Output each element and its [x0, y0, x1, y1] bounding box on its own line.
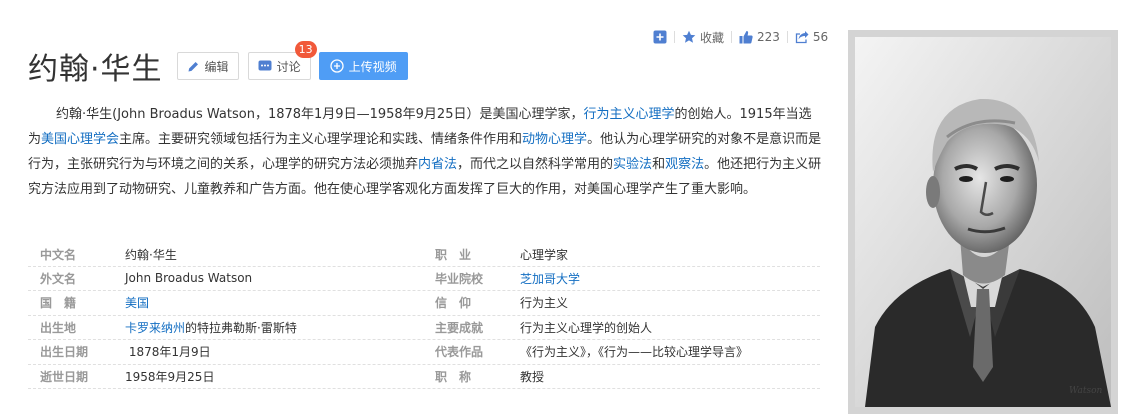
info-row: 出生地 卡罗来纳州的特拉弗勒斯·雷斯特 主要成就 行为主义心理学的创始人 — [28, 316, 820, 340]
title-row: 约翰·华生 编辑 讨论 13 上传视频 — [28, 41, 408, 88]
upload-video-label: 上传视频 — [348, 59, 397, 74]
info-value: 行为主义心理学的创始人 — [520, 320, 653, 335]
add-to-list-button[interactable] — [653, 30, 667, 44]
info-value: John Broadus Watson — [125, 271, 253, 286]
upload-video-button[interactable]: 上传视频 — [318, 52, 408, 80]
divider — [731, 31, 733, 43]
info-key: 出生地 — [40, 320, 77, 335]
info-value: 1958年9月25日 — [125, 369, 215, 384]
basic-info-table: 中文名 约翰·华生 职 业 心理学家 外文名 John Broadus Wats… — [28, 242, 820, 389]
photo-signature: Watson — [1069, 386, 1102, 396]
info-key: 国 籍 — [40, 296, 77, 311]
link-experimental-method[interactable]: 实验法 — [613, 157, 652, 172]
info-key: 中文名 — [40, 247, 77, 262]
summary-photo[interactable]: Watson — [848, 30, 1118, 414]
info-row: 外文名 John Broadus Watson 毕业院校 芝加哥大学 — [28, 267, 820, 291]
plus-circle-icon — [329, 59, 344, 73]
share-icon — [795, 31, 809, 44]
link-introspection[interactable]: 内省法 — [418, 157, 457, 172]
link-apa[interactable]: 美国心理学会 — [41, 132, 119, 147]
share-button[interactable]: 56 — [795, 30, 828, 44]
info-value: 教授 — [520, 369, 545, 384]
info-key: 信 仰 — [435, 296, 472, 311]
info-row: 出生日期 1878年1月9日 代表作品 《行为主义》，《行为——比较心理学导言》 — [28, 340, 820, 365]
discuss-label: 讨论 — [276, 59, 301, 74]
summary-text: 和 — [652, 157, 666, 172]
plus-square-icon — [653, 30, 667, 44]
info-key: 职 业 — [435, 247, 472, 262]
share-count: 56 — [812, 30, 829, 44]
link-behaviorism-psychology[interactable]: 行为主义心理学 — [583, 107, 674, 122]
pencil-icon — [188, 61, 198, 71]
link-university-of-chicago[interactable]: 芝加哥大学 — [520, 272, 580, 286]
info-value: 卡罗来纳州的特拉弗勒斯·雷斯特 — [125, 319, 423, 336]
info-value-text: 的特拉弗勒斯·雷斯特 — [185, 320, 297, 335]
summary-text: ，而代之以自然科学常用的 — [457, 157, 614, 172]
info-value: 行为主义 — [520, 296, 569, 311]
star-icon — [682, 30, 696, 43]
info-value: 1878年1月9日 — [125, 345, 211, 360]
link-observation-method[interactable]: 观察法 — [665, 157, 704, 172]
summary-text: 约翰·华生(John Broadus Watson，1878年1月9日—1958… — [56, 107, 584, 122]
collect-label: 收藏 — [700, 30, 725, 45]
chat-bubble-icon — [258, 60, 272, 70]
portrait-image: Watson — [855, 37, 1111, 407]
like-button[interactable]: 223 — [739, 30, 780, 44]
info-value: 心理学家 — [520, 247, 569, 262]
edit-label: 编辑 — [204, 59, 229, 74]
info-row: 国 籍 美国 信 仰 行为主义 — [28, 291, 820, 316]
discuss-button[interactable]: 讨论 13 — [247, 41, 317, 80]
info-key: 出生日期 — [40, 345, 89, 360]
info-value: 《行为主义》，《行为——比较心理学导言》 — [520, 345, 749, 360]
lemma-summary: 约翰·华生(John Broadus Watson，1878年1月9日—1958… — [28, 102, 823, 202]
info-value: 约翰·华生 — [125, 247, 177, 262]
divider — [786, 31, 788, 43]
info-row: 逝世日期 1958年9月25日 职 称 教授 — [28, 365, 820, 389]
edit-button[interactable]: 编辑 — [176, 52, 239, 80]
discuss-count-badge: 13 — [294, 41, 317, 58]
divider — [674, 31, 675, 43]
link-usa[interactable]: 美国 — [125, 296, 149, 310]
collect-button[interactable]: 收藏 — [682, 29, 724, 46]
info-key: 代表作品 — [435, 345, 484, 360]
link-carolina[interactable]: 卡罗来纳州 — [125, 321, 185, 335]
info-key: 毕业院校 — [435, 271, 484, 286]
info-key: 外文名 — [40, 271, 77, 286]
info-key: 职 称 — [435, 369, 472, 384]
like-count: 223 — [757, 30, 780, 44]
page-title: 约翰·华生 — [28, 52, 163, 87]
entry-toolbar: 收藏 223 56 — [653, 28, 828, 46]
thumbs-up-icon — [739, 31, 753, 44]
info-key: 逝世日期 — [40, 369, 89, 384]
info-key: 主要成就 — [435, 320, 484, 335]
summary-text: 主席。主要研究领域包括行为主义心理学理论和实践、情绪条件作用和 — [119, 132, 523, 147]
info-row: 中文名 约翰·华生 职 业 心理学家 — [28, 242, 820, 267]
link-animal-psychology[interactable]: 动物心理学 — [522, 132, 587, 147]
